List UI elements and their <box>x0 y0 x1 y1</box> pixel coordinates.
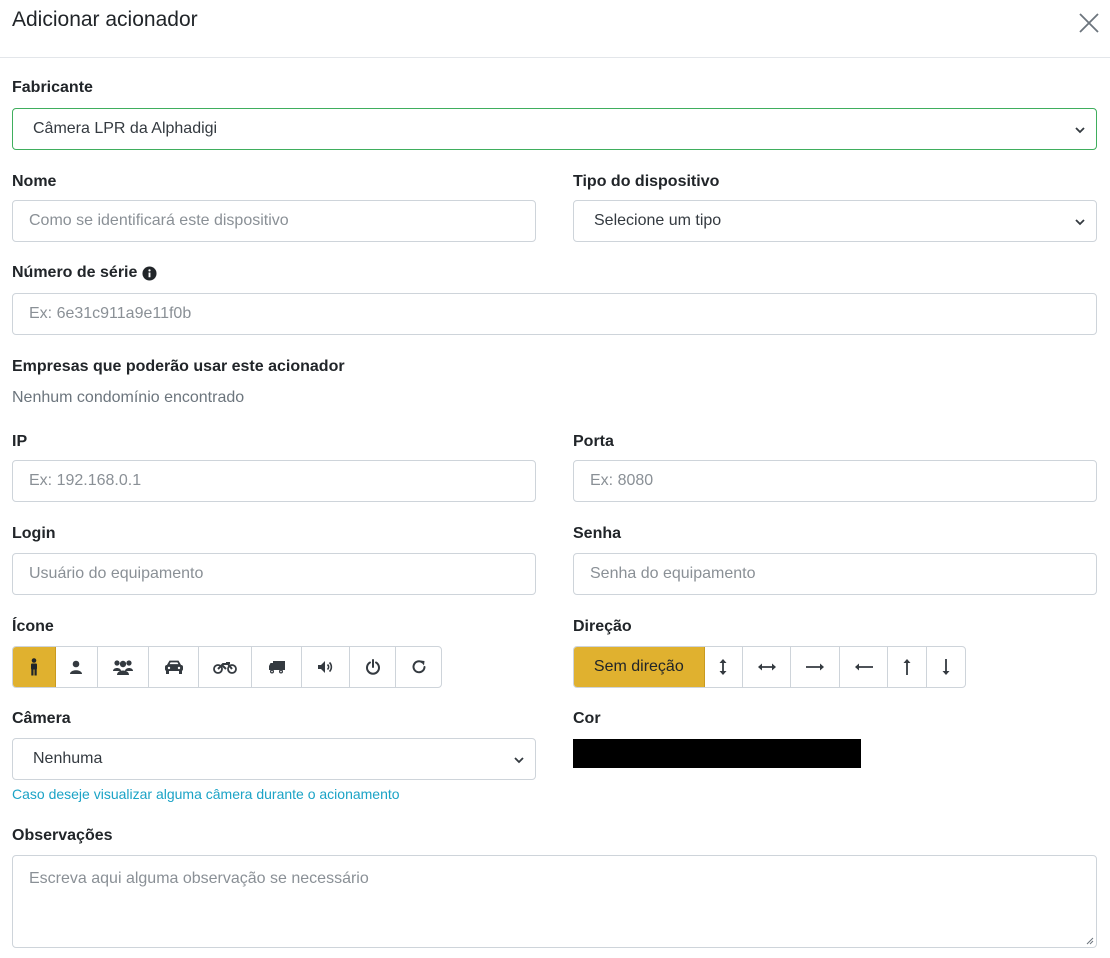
ip-label: IP <box>12 433 28 450</box>
icone-label: Ícone <box>12 618 54 635</box>
serie-placeholder: Ex: 6e31c911a9e11f0b <box>29 305 192 322</box>
color-picker[interactable] <box>573 739 861 768</box>
observacoes-placeholder: Escreva aqui alguma observação se necess… <box>29 870 369 887</box>
cor-label: Cor <box>573 710 601 727</box>
camera-select[interactable]: Nenhuma <box>12 738 536 780</box>
camera-help-text: Caso deseje visualizar alguma câmera dur… <box>12 786 400 802</box>
truck-icon[interactable] <box>252 647 303 687</box>
person-icon[interactable] <box>13 647 56 687</box>
senha-input[interactable]: Senha do equipamento <box>573 553 1097 595</box>
login-placeholder: Usuário do equipamento <box>29 565 204 582</box>
icon-button-group <box>12 646 442 688</box>
nome-placeholder: Como se identificará este dispositivo <box>29 212 289 229</box>
porta-placeholder: Ex: 8080 <box>590 472 654 489</box>
horizontal-arrows-icon[interactable] <box>743 647 792 687</box>
camera-value: Nenhuma <box>33 750 103 767</box>
arrow-down-icon[interactable] <box>927 647 965 687</box>
arrow-right-icon[interactable] <box>791 647 841 687</box>
arrow-left-icon[interactable] <box>840 647 889 687</box>
camera-label: Câmera <box>12 710 71 727</box>
tipo-select[interactable]: Selecione um tipo <box>573 200 1097 242</box>
direction-button-group: Sem direção <box>573 646 966 688</box>
info-icon[interactable] <box>142 265 157 281</box>
senha-placeholder: Senha do equipamento <box>590 565 756 582</box>
power-icon[interactable] <box>350 647 397 687</box>
porta-input[interactable]: Ex: 8080 <box>573 460 1097 502</box>
fabricante-label: Fabricante <box>12 79 93 96</box>
tipo-value: Selecione um tipo <box>594 212 722 229</box>
observacoes-label: Observações <box>12 827 113 844</box>
no-direction-label: Sem direção <box>593 658 684 675</box>
refresh-icon[interactable] <box>396 647 441 687</box>
serie-label: Número de série <box>12 264 138 281</box>
login-input[interactable]: Usuário do equipamento <box>12 553 536 595</box>
arrow-up-icon[interactable] <box>888 647 928 687</box>
nome-input[interactable]: Como se identificará este dispositivo <box>12 200 536 242</box>
ip-input[interactable]: Ex: 192.168.0.1 <box>12 460 536 502</box>
vertical-arrows-icon[interactable] <box>705 647 743 687</box>
fabricante-value: Câmera LPR da Alphadigi <box>33 120 218 137</box>
tipo-label: Tipo do dispositivo <box>573 173 720 190</box>
serie-label-row: Número de série <box>12 264 157 282</box>
no-direction-button[interactable]: Sem direção <box>574 647 705 687</box>
user-icon[interactable] <box>56 647 99 687</box>
users-icon[interactable] <box>98 647 149 687</box>
car-icon[interactable] <box>149 647 200 687</box>
chevron-down-icon <box>514 757 524 764</box>
login-label: Login <box>12 525 56 542</box>
fabricante-select[interactable]: Câmera LPR da Alphadigi <box>12 108 1097 150</box>
empresas-label: Empresas que poderão usar este acionador <box>12 358 345 375</box>
modal-title: Adicionar acionador <box>12 8 198 31</box>
empresas-empty-text: Nenhum condomínio encontrado <box>12 389 245 406</box>
observacoes-textarea[interactable]: Escreva aqui alguma observação se necess… <box>12 855 1097 948</box>
direcao-label: Direção <box>573 618 632 635</box>
resize-handle-icon[interactable] <box>1084 935 1094 945</box>
motorcycle-icon[interactable] <box>199 647 252 687</box>
chevron-down-icon <box>1075 219 1085 226</box>
serie-input[interactable]: Ex: 6e31c911a9e11f0b <box>12 293 1097 335</box>
modal-header: Adicionar acionador <box>0 0 1110 58</box>
nome-label: Nome <box>12 173 57 190</box>
senha-label: Senha <box>573 525 622 542</box>
close-icon[interactable] <box>1077 11 1101 35</box>
chevron-down-icon <box>1075 127 1085 134</box>
ip-placeholder: Ex: 192.168.0.1 <box>29 472 142 489</box>
porta-label: Porta <box>573 433 614 450</box>
volume-icon[interactable] <box>302 647 350 687</box>
